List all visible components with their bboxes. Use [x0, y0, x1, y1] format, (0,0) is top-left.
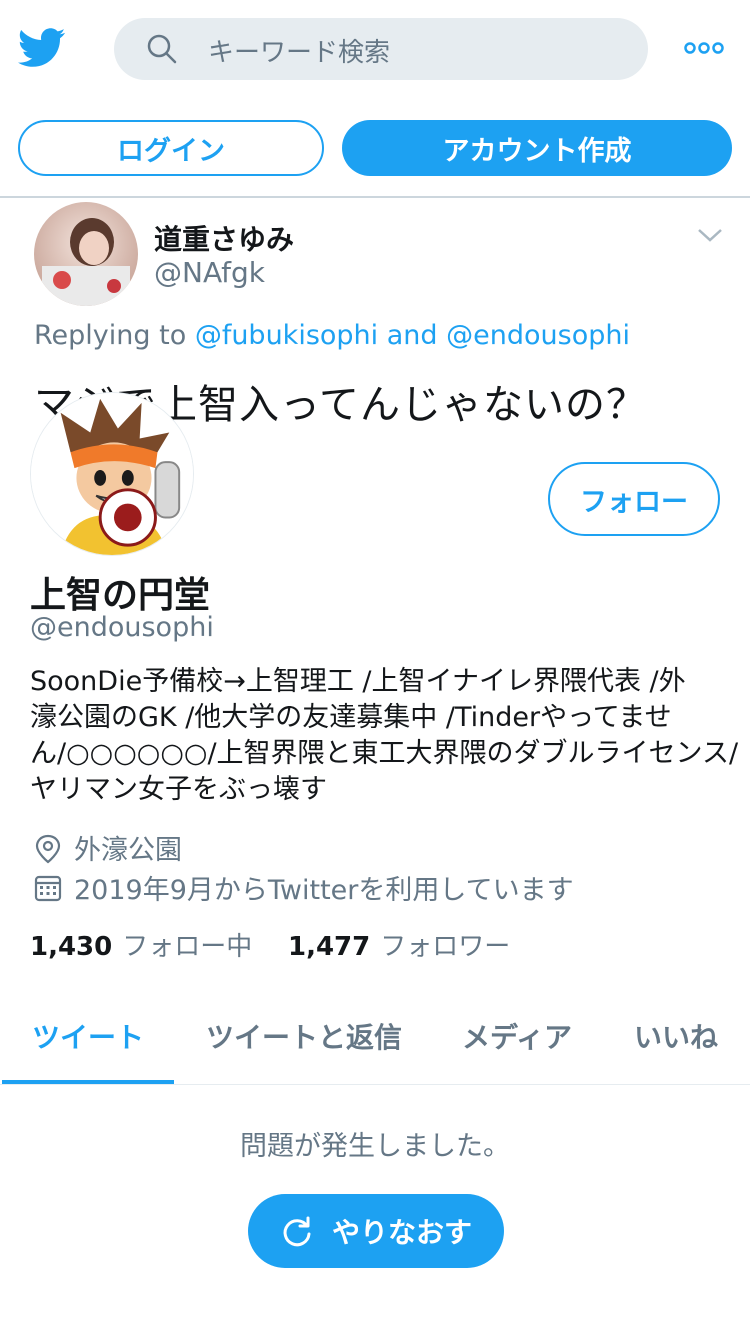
search-icon: [147, 34, 177, 64]
tabs-divider: [0, 1084, 750, 1085]
calendar-icon: [34, 875, 62, 902]
more-dots-icon[interactable]: [684, 40, 724, 56]
reply-context: Replying to @fubukisophi and @endousophi: [34, 320, 630, 351]
followers-count: 1,477: [288, 932, 371, 962]
refresh-icon: [283, 1216, 311, 1247]
signup-button[interactable]: アカウント作成: [342, 120, 732, 176]
bio-line: ん/○○○○○○/上智界隈と東工大界隈のダブルライセンス/: [30, 738, 739, 769]
tweet-author-name[interactable]: 道重さゆみ: [154, 218, 294, 258]
bio-line: SoonDie予備校→上智理工 /上智イナイレ界隈代表 /外: [30, 666, 686, 697]
reply-mention-link[interactable]: @fubukisophi: [195, 320, 378, 351]
profile-handle: @endousophi: [30, 612, 214, 643]
following-label: フォロー中: [122, 932, 253, 962]
reply-mention-link[interactable]: @endousophi: [446, 320, 630, 351]
following-stat[interactable]: 1,430 フォロー中: [30, 926, 252, 963]
search-input[interactable]: キーワード検索: [208, 32, 390, 69]
tab-tweets-and-replies[interactable]: ツイートと返信: [206, 1016, 402, 1056]
retry-label: やりなおす: [331, 1216, 472, 1249]
followers-label: フォロワー: [380, 932, 511, 962]
twitter-bird-icon[interactable]: [18, 28, 66, 68]
chevron-down-icon[interactable]: [696, 226, 724, 244]
tab-media[interactable]: メディア: [462, 1016, 572, 1056]
bio-line: 濠公園のGK /他大学の友達募集中 /Tinderやってませ: [30, 702, 672, 733]
following-count: 1,430: [30, 932, 113, 962]
tweet-author-avatar[interactable]: [34, 202, 138, 306]
reply-prefix: Replying to: [34, 320, 187, 351]
login-button[interactable]: ログイン: [18, 120, 324, 176]
profile-avatar[interactable]: [30, 392, 194, 556]
retry-button[interactable]: やりなおす: [248, 1194, 504, 1268]
followers-stat[interactable]: 1,477 フォロワー: [288, 926, 510, 963]
tab-tweets[interactable]: ツイート: [32, 1016, 144, 1056]
tab-likes[interactable]: いいね: [634, 1016, 718, 1056]
header-divider: [0, 196, 750, 198]
error-message: 問題が発生しました。: [240, 1131, 510, 1162]
reply-and-text: and: [386, 320, 438, 351]
profile-name: 上智の円堂: [30, 575, 211, 616]
bio-line: ヤリマン女子をぶっ壊す: [30, 774, 327, 805]
profile-joined-date: 2019年9月からTwitterを利用しています: [74, 875, 574, 906]
profile-bio: SoonDie予備校→上智理工 /上智イナイレ界隈代表 /外 濠公園のGK /他…: [30, 664, 739, 808]
location-pin-icon: [35, 834, 61, 864]
tweet-author-handle[interactable]: @NAfgk: [154, 256, 265, 289]
profile-location: 外濠公園: [74, 835, 182, 866]
follow-button[interactable]: フォロー: [548, 462, 720, 536]
